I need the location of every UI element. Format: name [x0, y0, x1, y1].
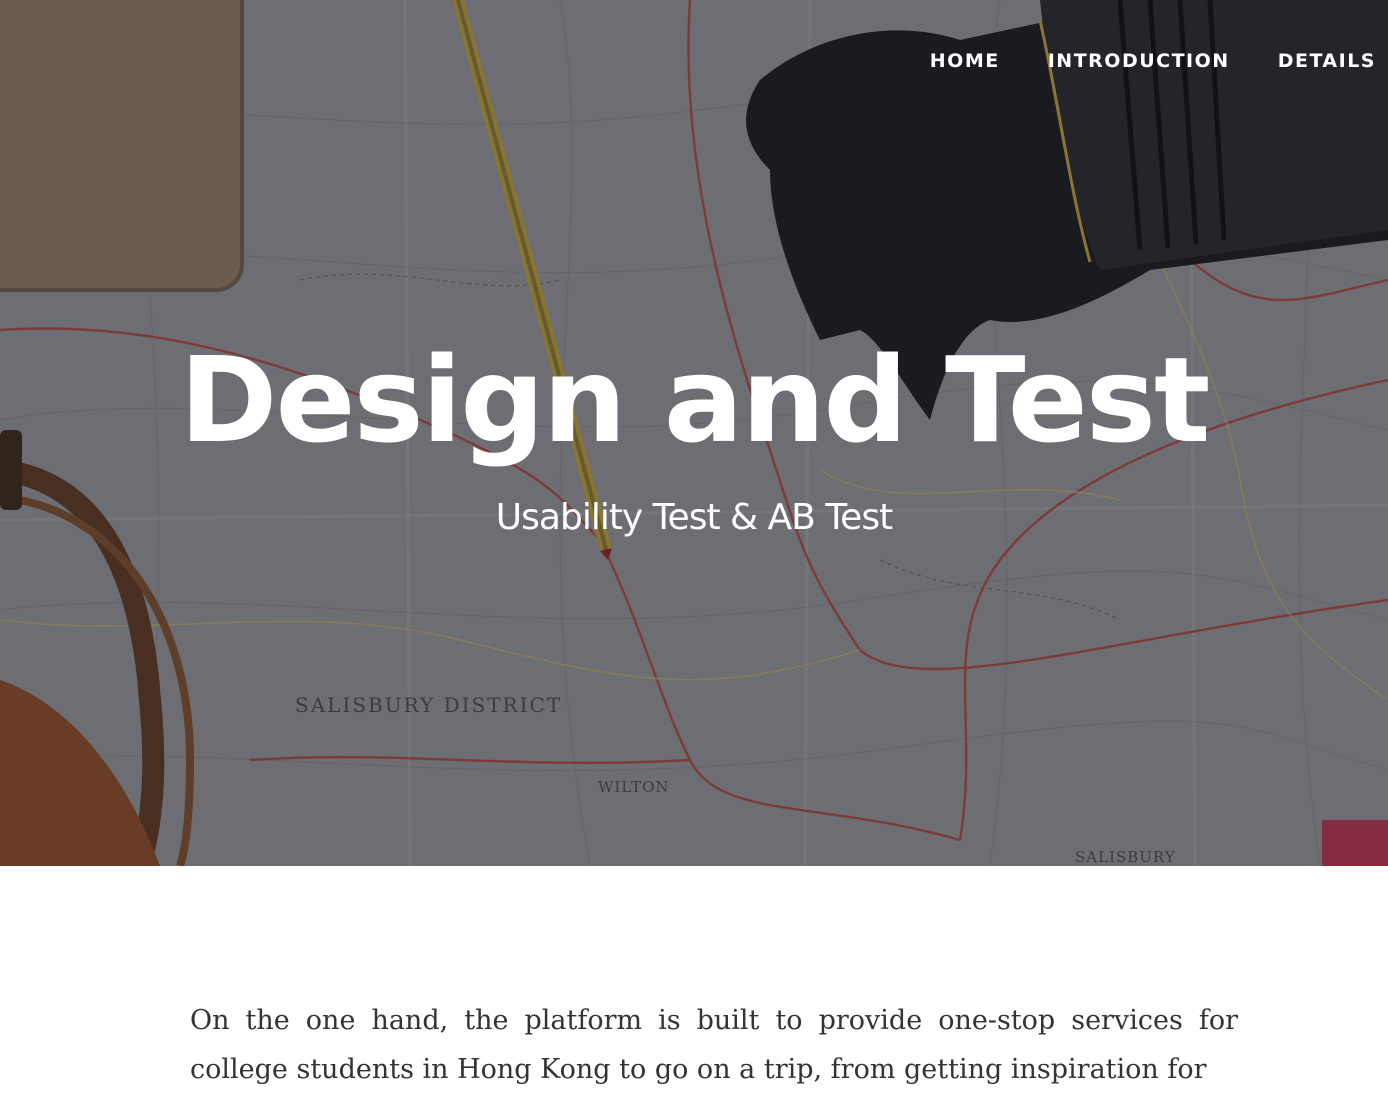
nav-home-link[interactable]: HOME: [930, 46, 1000, 76]
nav-introduction-link[interactable]: INTRODUCTION: [1048, 46, 1230, 76]
hero-title: Design and Test: [179, 331, 1211, 469]
hero-subtitle: Usability Test & AB Test: [495, 497, 893, 538]
nav-details-link[interactable]: DETAILS: [1278, 46, 1376, 76]
main-content: On the one hand, the platform is built t…: [190, 996, 1238, 1094]
top-nav: HOME INTRODUCTION DETAILS: [930, 46, 1376, 76]
intro-paragraph: On the one hand, the platform is built t…: [190, 1005, 1238, 1085]
hero-section: SALISBURY DISTRICT WILTON SALISBURY HOME…: [0, 0, 1388, 866]
